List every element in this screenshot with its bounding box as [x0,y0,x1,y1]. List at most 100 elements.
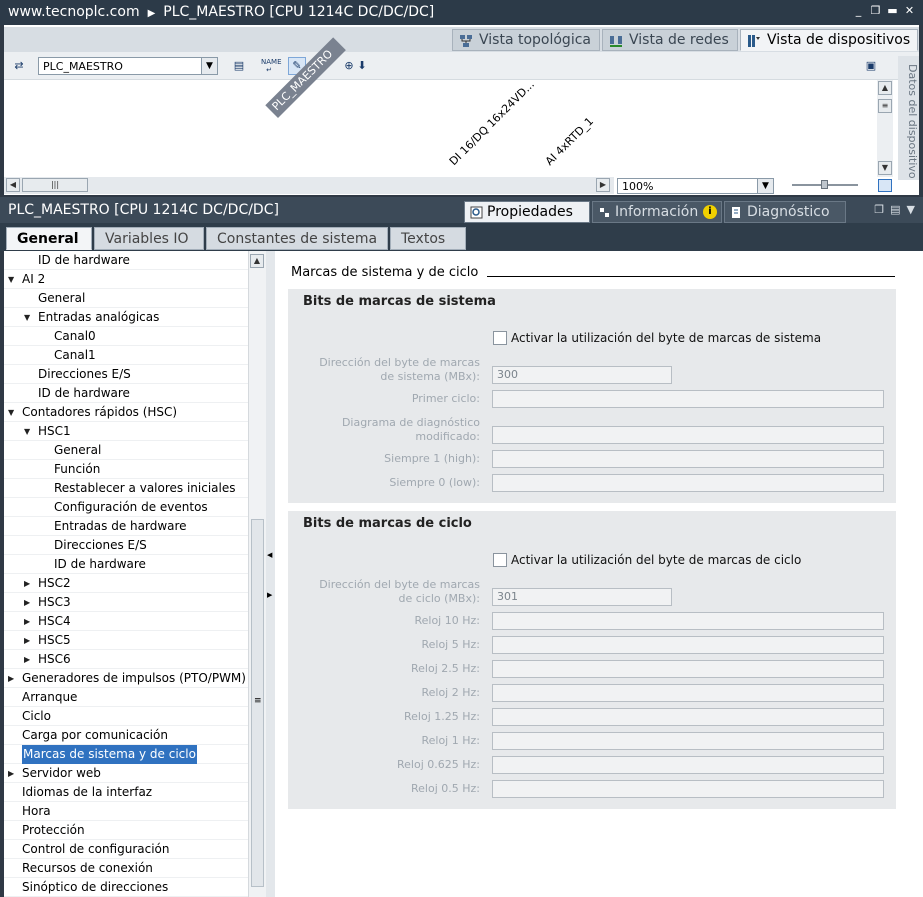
scroll-left-icon[interactable]: ◀ [6,178,20,192]
expanded-arrow-icon[interactable]: ▼ [8,270,14,289]
clock-address-input[interactable]: 301 [492,588,672,606]
overview-navigation-icon[interactable] [878,179,892,192]
tab-device-view[interactable]: Vista de dispositivos [740,29,918,51]
canvas-vertical-scrollbar[interactable]: ▲ ≡ ▼ [877,80,893,177]
field-label: Siempre 1 (high): [384,452,480,465]
tree-item[interactable]: ID de hardware [4,384,248,403]
tree-item[interactable]: ▶ HSC3 [4,593,248,612]
tree-item-label: Canal0 [54,329,96,343]
tree-item[interactable]: ID de hardware [4,251,248,270]
collapsed-arrow-icon[interactable]: ▶ [24,593,30,612]
tree-item[interactable]: Idiomas de la interfaz [4,783,248,802]
tab-info[interactable]: Información i [592,201,722,223]
side-tab-device-data[interactable]: Datos del dispositivo [898,56,919,180]
tab-general[interactable]: General [6,227,92,250]
tree-item[interactable]: Control de configuración [4,840,248,859]
tree-item[interactable]: Función [4,460,248,479]
collapsed-arrow-icon[interactable]: ▶ [24,612,30,631]
tree-item[interactable]: ▼ Contadores rápidos (HSC) [4,403,248,422]
scroll-up-icon[interactable]: ▲ [250,254,264,268]
split-view-icon[interactable]: ▤ [890,203,900,216]
show-names-icon[interactable]: NAME ↵ [260,57,282,75]
scroll-up-icon[interactable]: ▲ [878,81,892,95]
tree-item[interactable]: Entradas de hardware [4,517,248,536]
expand-right-icon[interactable]: ▶ [267,591,272,599]
expanded-arrow-icon[interactable]: ▼ [8,403,14,422]
tab-diagnostics[interactable]: Diagnóstico [724,201,846,223]
tab-topology-view[interactable]: Vista topológica [452,29,600,51]
panel-toggle-icon[interactable]: ▣ [862,57,880,75]
tree-item[interactable]: ▶ Generadores de impulsos (PTO/PWM) [4,669,248,688]
tree-item[interactable]: Configuración de eventos [4,498,248,517]
tree-item[interactable]: ▶ HSC2 [4,574,248,593]
tree-scroll-thumb[interactable]: ≡ [251,519,264,887]
panel-splitter[interactable]: ◀ ▶ [266,251,275,897]
tab-network-view[interactable]: Vista de redes [602,29,738,51]
tree-item[interactable]: Direcciones E/S [4,365,248,384]
tab-system-constants[interactable]: Constantes de sistema [206,227,388,250]
close-button[interactable]: ✕ [904,5,915,16]
canvas-horizontal-scrollbar[interactable]: ◀ ||| ▶ [4,177,614,194]
tree-item[interactable]: ▼ Entradas analógicas [4,308,248,327]
device-select-icon[interactable]: ⇄ [10,57,28,75]
collapsed-arrow-icon[interactable]: ▶ [24,650,30,669]
device-dropdown[interactable]: PLC_MAESTRO ▼ [38,57,218,75]
tree-item[interactable]: ID de hardware [4,555,248,574]
hscroll-thumb[interactable]: ||| [22,178,88,192]
restore-button[interactable]: ❐ [870,5,881,16]
float-window-icon[interactable]: ❐ [874,203,884,216]
scroll-thumb-icon[interactable]: ≡ [878,99,892,113]
field-label: Siempre 0 (low): [389,476,480,489]
collapsed-arrow-icon[interactable]: ▶ [8,764,14,783]
maximize-button[interactable]: ▬ [887,5,898,16]
tree-item[interactable]: Hora [4,802,248,821]
collapse-panel-icon[interactable]: ▼ [907,203,915,216]
collapsed-arrow-icon[interactable]: ▶ [24,574,30,593]
tree-item[interactable]: Ciclo [4,707,248,726]
scroll-right-icon[interactable]: ▶ [596,178,610,192]
tab-properties[interactable]: Propiedades [464,201,590,223]
clock-bits-checkbox[interactable] [493,553,507,567]
tree-item[interactable]: ▼ HSC1 [4,422,248,441]
zoom-dropdown[interactable]: 100% ▼ [617,178,774,194]
tree-item-label: HSC5 [38,633,71,647]
tree-item[interactable]: Canal0 [4,327,248,346]
tree-item[interactable]: Marcas de sistema y de ciclo [4,745,248,764]
expanded-arrow-icon[interactable]: ▼ [24,422,30,441]
collapse-left-icon[interactable]: ◀ [267,551,272,559]
device-canvas[interactable] [4,80,877,177]
tree-item[interactable]: ▼ AI 2 [4,270,248,289]
navigation-tree: ID de hardware ▼ AI 2 General ▼ Entradas anal… [4,251,248,897]
collapsed-arrow-icon[interactable]: ▶ [8,669,14,688]
scroll-down-icon[interactable]: ▼ [878,161,892,175]
rack-view-icon[interactable]: ▤ [230,57,248,75]
tree-item[interactable]: Sinóptico de direcciones [4,878,248,897]
system-bits-checkbox[interactable] [493,331,507,345]
minimize-button[interactable]: _ [853,5,864,16]
tab-io-variables[interactable]: Variables IO [94,227,204,250]
section-header: Bits de marcas de sistema [303,294,496,309]
tree-item[interactable]: Recursos de conexión [4,859,248,878]
tree-item[interactable]: ▶ HSC6 [4,650,248,669]
collapsed-arrow-icon[interactable]: ▶ [24,631,30,650]
tree-item[interactable]: Protección [4,821,248,840]
tree-item[interactable]: Restablecer a valores iniciales [4,479,248,498]
tab-texts[interactable]: Textos [390,227,466,250]
tree-item[interactable]: ▶ HSC5 [4,631,248,650]
tree-item[interactable]: Direcciones E/S [4,536,248,555]
tree-scrollbar[interactable]: ▲ ≡ [248,251,266,897]
download-icon[interactable]: ⬇ [356,57,368,75]
tree-item[interactable]: Carga por comunicación [4,726,248,745]
tree-item[interactable]: ▶ Servidor web [4,764,248,783]
tree-item[interactable]: General [4,289,248,308]
tree-item-label: Sinóptico de direcciones [22,880,169,894]
tree-item[interactable]: Canal1 [4,346,248,365]
tree-item[interactable]: Arranque [4,688,248,707]
zoom-slider-handle[interactable] [821,180,828,189]
device-dropdown-value: PLC_MAESTRO [43,60,123,73]
field-label: Reloj 0.625 Hz: [397,758,480,771]
expanded-arrow-icon[interactable]: ▼ [24,308,30,327]
tree-item[interactable]: ▶ HSC4 [4,612,248,631]
system-address-input[interactable]: 300 [492,366,672,384]
tree-item[interactable]: General [4,441,248,460]
